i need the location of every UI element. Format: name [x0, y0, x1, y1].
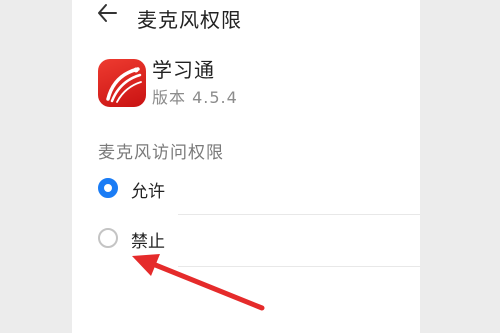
red-arrow-annotation — [132, 254, 265, 311]
